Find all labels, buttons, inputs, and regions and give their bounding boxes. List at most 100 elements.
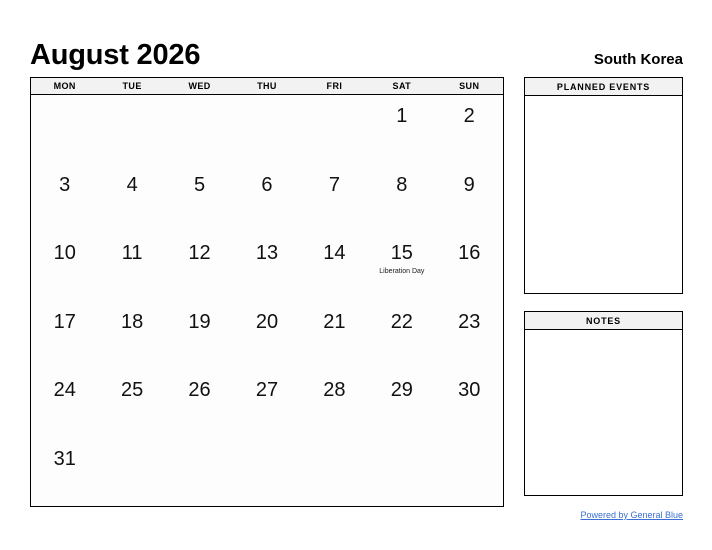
day-cell[interactable]: 7 bbox=[301, 164, 368, 233]
planned-events-panel[interactable]: PLANNED EVENTS bbox=[524, 77, 683, 294]
day-cell[interactable]: 27 bbox=[233, 369, 300, 438]
day-number: 1 bbox=[396, 105, 408, 127]
day-number: 27 bbox=[255, 379, 279, 401]
day-cell-empty bbox=[233, 95, 300, 164]
day-number: 17 bbox=[53, 310, 76, 333]
day-number: 18 bbox=[121, 310, 144, 333]
day-number: 25 bbox=[121, 379, 144, 401]
day-cell[interactable]: 22 bbox=[368, 301, 435, 370]
week-row: 12 bbox=[31, 95, 503, 164]
country-label: South Korea bbox=[593, 51, 683, 68]
day-cell-empty bbox=[166, 438, 233, 507]
day-cell-empty bbox=[301, 95, 368, 164]
day-cell[interactable]: 5 bbox=[166, 164, 233, 233]
day-cell[interactable]: 31 bbox=[31, 438, 98, 507]
day-cell[interactable]: 24 bbox=[31, 369, 98, 438]
day-number: 22 bbox=[390, 310, 413, 333]
day-number: 23 bbox=[458, 310, 481, 333]
day-cell[interactable]: 21 bbox=[301, 301, 368, 370]
day-cell-empty bbox=[368, 438, 435, 507]
day-number: 19 bbox=[188, 310, 211, 333]
notes-title: NOTES bbox=[525, 312, 682, 330]
day-number: 8 bbox=[396, 173, 408, 196]
day-cell[interactable]: 8 bbox=[368, 164, 435, 233]
day-number: 14 bbox=[323, 242, 346, 264]
calendar-grid: MON TUE WED THU FRI SAT SUN 1 2 3 4 5 6 7 8 9 10 11 12 13 1… bbox=[30, 77, 504, 507]
day-cell[interactable]: 30 bbox=[436, 369, 503, 438]
day-cell[interactable]: 10 bbox=[31, 232, 98, 301]
week-row: 3 4 5 6 7 8 9 bbox=[31, 164, 503, 233]
page-header: August 2026 South Korea bbox=[30, 30, 683, 70]
weekday-header-sat: SAT bbox=[392, 81, 412, 91]
day-cell[interactable]: 4 bbox=[98, 164, 165, 233]
powered-by-link[interactable]: Powered by General Blue bbox=[580, 510, 683, 520]
day-cell[interactable]: 13 bbox=[233, 232, 300, 301]
day-cell-empty bbox=[233, 438, 300, 507]
day-number: 30 bbox=[458, 379, 481, 401]
day-number: 13 bbox=[255, 242, 279, 264]
day-cell-empty bbox=[98, 438, 165, 507]
week-row: 10 11 12 13 14 15 Liberation Day 16 bbox=[31, 232, 503, 301]
day-number: 5 bbox=[193, 173, 206, 196]
weekday-header-row: MON TUE WED THU FRI SAT SUN bbox=[30, 77, 504, 95]
day-number: 11 bbox=[121, 242, 143, 264]
day-cell[interactable]: 25 bbox=[98, 369, 165, 438]
day-cell-empty bbox=[301, 438, 368, 507]
weekday-header-mon: MON bbox=[53, 81, 76, 91]
weekday-header-tue: TUE bbox=[122, 81, 142, 91]
day-cell[interactable]: 18 bbox=[98, 301, 165, 370]
calendar-page: August 2026 South Korea MON TUE WED THU FRI S… bbox=[0, 0, 712, 550]
day-event-label: Liberation Day bbox=[379, 268, 425, 275]
day-cell[interactable]: 29 bbox=[368, 369, 435, 438]
footer: Powered by General Blue bbox=[524, 505, 683, 523]
day-number: 9 bbox=[463, 173, 475, 196]
notes-panel[interactable]: NOTES bbox=[524, 311, 683, 496]
day-number: 21 bbox=[323, 310, 346, 333]
day-number: 2 bbox=[463, 105, 475, 127]
day-number: 15 bbox=[390, 242, 413, 264]
day-number: 4 bbox=[126, 173, 138, 196]
day-number: 12 bbox=[188, 242, 211, 264]
week-row: 17 18 19 20 21 22 23 bbox=[31, 301, 503, 370]
day-cell[interactable]: 28 bbox=[301, 369, 368, 438]
day-number: 26 bbox=[188, 379, 211, 401]
weekday-header-fri: FRI bbox=[326, 81, 343, 91]
day-cell[interactable]: 19 bbox=[166, 301, 233, 370]
day-number: 7 bbox=[328, 173, 340, 196]
day-cell[interactable]: 23 bbox=[436, 301, 503, 370]
day-number: 6 bbox=[261, 173, 273, 196]
day-cell[interactable]: 1 bbox=[368, 95, 435, 164]
page-title: August 2026 bbox=[30, 39, 201, 71]
day-number: 3 bbox=[59, 173, 71, 196]
notes-body[interactable] bbox=[525, 330, 682, 495]
day-cell[interactable]: 26 bbox=[166, 369, 233, 438]
day-number: 31 bbox=[53, 447, 76, 470]
weekday-header-wed: WED bbox=[188, 81, 211, 91]
week-row: 24 25 26 27 28 29 30 bbox=[31, 369, 503, 438]
day-number: 20 bbox=[255, 310, 279, 333]
day-cell-empty bbox=[436, 438, 503, 507]
day-number: 28 bbox=[323, 379, 346, 401]
day-number: 24 bbox=[53, 379, 76, 401]
day-number: 29 bbox=[390, 379, 413, 401]
day-cell[interactable]: 6 bbox=[233, 164, 300, 233]
day-cell[interactable]: 11 bbox=[98, 232, 165, 301]
day-number: 16 bbox=[458, 242, 481, 264]
day-cell-empty bbox=[98, 95, 165, 164]
day-cell[interactable]: 15 Liberation Day bbox=[368, 232, 435, 301]
planned-events-body[interactable] bbox=[525, 96, 682, 293]
day-cell[interactable]: 14 bbox=[301, 232, 368, 301]
week-row: 31 bbox=[31, 438, 503, 507]
day-cell[interactable]: 16 bbox=[436, 232, 503, 301]
calendar-body: 1 2 3 4 5 6 7 8 9 10 11 12 13 14 15 Liberation Day 16 17 1… bbox=[30, 95, 504, 507]
day-cell-empty bbox=[166, 95, 233, 164]
day-cell[interactable]: 17 bbox=[31, 301, 98, 370]
day-cell[interactable]: 2 bbox=[436, 95, 503, 164]
day-cell[interactable]: 12 bbox=[166, 232, 233, 301]
day-cell[interactable]: 3 bbox=[31, 164, 98, 233]
weekday-header-thu: THU bbox=[257, 81, 277, 91]
day-cell[interactable]: 20 bbox=[233, 301, 300, 370]
day-cell[interactable]: 9 bbox=[436, 164, 503, 233]
planned-events-title: PLANNED EVENTS bbox=[525, 78, 682, 96]
weekday-header-sun: SUN bbox=[459, 81, 480, 91]
